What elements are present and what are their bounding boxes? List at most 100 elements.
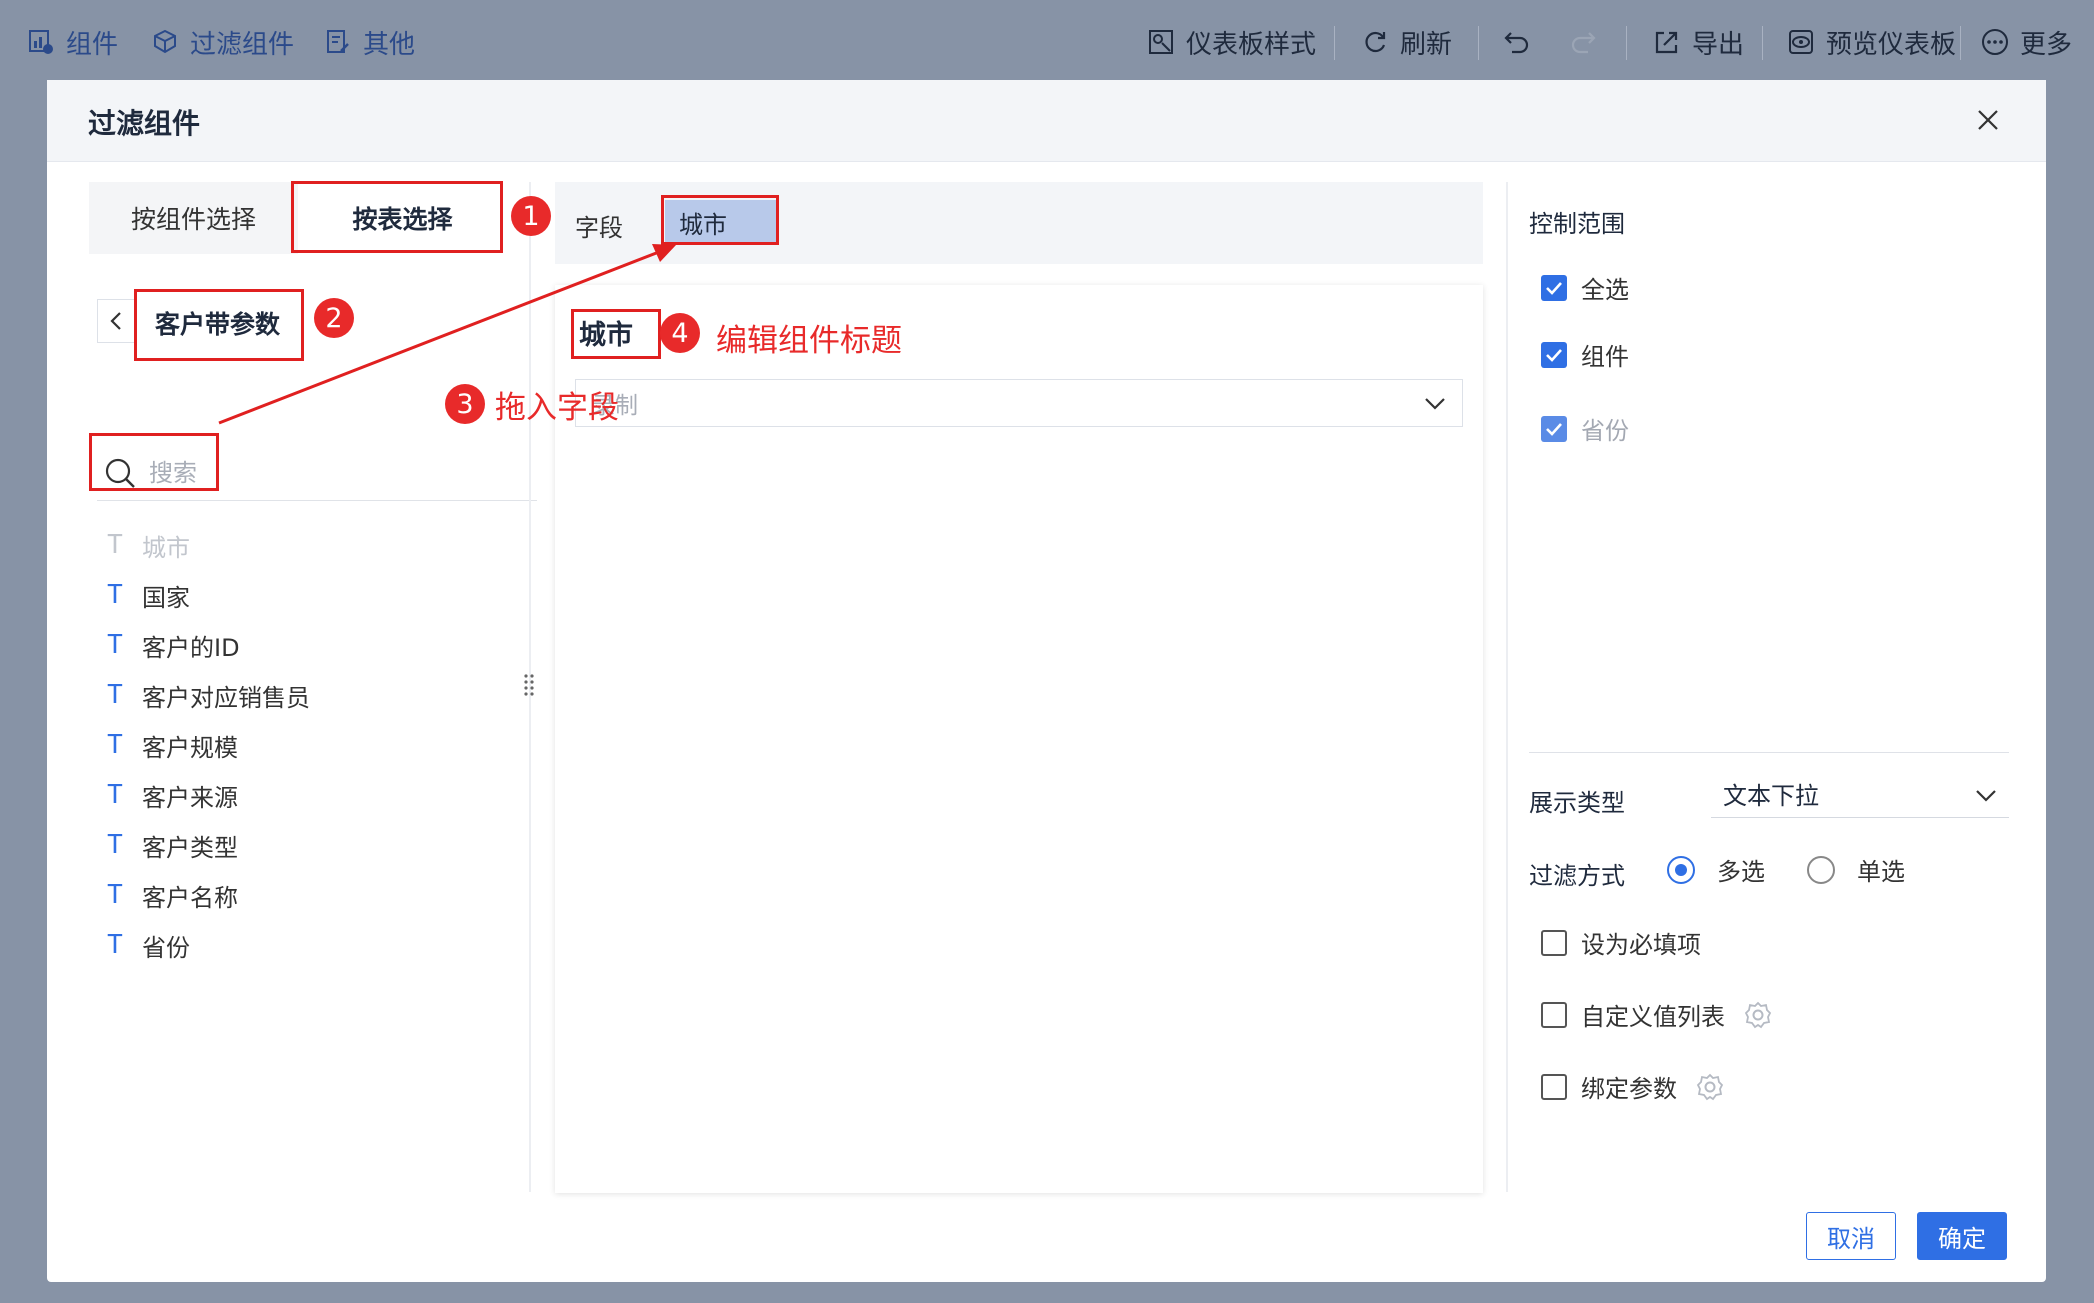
field-label: 客户对应销售员 <box>142 683 310 712</box>
chart-add-icon <box>26 27 56 57</box>
filter-preview-card: 城市 录制 <box>555 285 1483 1193</box>
redo-icon <box>1568 27 1598 57</box>
text-type-icon: T <box>107 630 123 660</box>
chevron-down-icon <box>1425 398 1445 410</box>
preview-eye-icon <box>1786 27 1816 57</box>
tab-by-component[interactable]: 按组件选择 <box>89 182 298 254</box>
field-label: 省份 <box>142 933 190 962</box>
refresh-button[interactable]: 刷新 <box>1360 22 1452 62</box>
text-type-icon: T <box>107 880 123 910</box>
required-checkbox[interactable]: 设为必填项 <box>1541 925 1701 960</box>
field-list: T 城市 T 国家 T 客户的ID T 客户对应销售员 T 客户规模 T 客户来源 T 客户类… <box>102 520 522 970</box>
filter-select-dropdown[interactable]: 录制 <box>575 379 1463 427</box>
single-label: 单选 <box>1857 858 1905 886</box>
annotation-badge-2: 2 <box>314 298 354 338</box>
radio-multi[interactable]: 多选 <box>1667 852 1765 887</box>
export-icon <box>1652 27 1682 57</box>
province-scope-label: 省份 <box>1581 417 1629 445</box>
refresh-icon <box>1360 27 1390 57</box>
redo-button[interactable] <box>1568 22 1608 62</box>
filter-component-button[interactable]: 过滤组件 <box>150 22 294 62</box>
gear-icon[interactable] <box>1695 1072 1725 1102</box>
text-type-icon: T <box>107 580 123 610</box>
grip-dots-icon <box>524 674 534 696</box>
document-edit-icon <box>323 27 353 57</box>
annotation-badge-3: 3 <box>445 384 485 424</box>
list-item-field[interactable]: T 城市 <box>102 520 522 570</box>
component-checkbox[interactable]: 组件 <box>1541 337 1629 372</box>
list-item-field[interactable]: T 客户名称 <box>102 870 522 920</box>
tab-by-table[interactable]: 按表选择 <box>298 182 507 254</box>
list-item-field[interactable]: T 客户类型 <box>102 820 522 870</box>
checkbox-unchecked-icon <box>1541 1001 1567 1028</box>
annotation-edit-title-text: 编辑组件标题 <box>716 323 902 359</box>
undo-button[interactable] <box>1502 22 1542 62</box>
field-label: 客户名称 <box>142 883 238 912</box>
filter-mode-label: 过滤方式 <box>1529 862 1625 890</box>
section-divider <box>1529 752 2009 753</box>
field-bar-label: 字段 <box>575 214 623 242</box>
undo-icon <box>1502 27 1532 57</box>
bind-param-checkbox[interactable]: 绑定参数 <box>1541 1069 1725 1104</box>
display-type-select[interactable]: 文本下拉 <box>1711 770 2009 818</box>
field-label: 客户来源 <box>142 783 238 812</box>
list-item-field[interactable]: T 国家 <box>102 570 522 620</box>
dashboard-style-button[interactable]: 仪表板样式 <box>1146 22 1316 62</box>
multi-label: 多选 <box>1717 858 1765 886</box>
dialog-header: 过滤组件 <box>47 80 2046 162</box>
more-dots-icon <box>1980 27 2010 57</box>
checkbox-unchecked-icon <box>1541 929 1567 956</box>
field-search <box>97 445 537 501</box>
component-label: 组件 <box>66 29 119 60</box>
preview-dashboard-label: 预览仪表板 <box>1826 29 1957 60</box>
custom-value-list-label: 自定义值列表 <box>1581 1003 1725 1031</box>
radio-single[interactable]: 单选 <box>1807 852 1905 887</box>
select-all-checkbox[interactable]: 全选 <box>1541 270 1629 305</box>
list-item-field[interactable]: T 客户来源 <box>102 770 522 820</box>
field-drop-bar[interactable]: 字段 城市 <box>555 182 1483 264</box>
radio-unselected-icon <box>1807 855 1835 884</box>
annotation-badge-1: 1 <box>511 196 551 236</box>
text-type-icon: T <box>107 680 123 710</box>
list-item-field[interactable]: T 客户对应销售员 <box>102 670 522 720</box>
list-item-field[interactable]: T 客户规模 <box>102 720 522 770</box>
other-button[interactable]: 其他 <box>323 22 415 62</box>
list-item-field[interactable]: T 客户的ID <box>102 620 522 670</box>
style-icon <box>1146 27 1176 57</box>
more-label: 更多 <box>2020 29 2073 60</box>
text-type-icon: T <box>107 930 123 960</box>
export-label: 导出 <box>1692 29 1745 60</box>
filter-component-dialog: 过滤组件 按组件选择 按表选择 客户带参数 T 城市 T 国家 T 客户的ID T 客户… <box>47 80 2046 1282</box>
list-item-field[interactable]: T 省份 <box>102 920 522 970</box>
other-label: 其他 <box>363 29 416 60</box>
component-button[interactable]: 组件 <box>26 22 118 62</box>
search-input[interactable] <box>149 458 509 487</box>
more-button[interactable]: 更多 <box>1980 22 2072 62</box>
export-button[interactable]: 导出 <box>1652 22 1744 62</box>
ok-button[interactable]: 确定 <box>1917 1212 2007 1260</box>
annotation-drag-text: 拖入字段 <box>495 390 619 426</box>
back-button[interactable] <box>97 299 135 343</box>
component-title[interactable]: 城市 <box>579 313 633 352</box>
dialog-title: 过滤组件 <box>88 107 201 140</box>
bind-param-label: 绑定参数 <box>1581 1075 1677 1103</box>
toolbar-divider <box>1762 26 1763 60</box>
checkbox-checked-icon <box>1541 341 1567 368</box>
field-label: 客户类型 <box>142 833 238 862</box>
text-type-icon: T <box>107 530 123 560</box>
gear-icon[interactable] <box>1743 1000 1773 1030</box>
select-all-label: 全选 <box>1581 276 1629 304</box>
component-scope-label: 组件 <box>1581 343 1629 371</box>
filter-component-label: 过滤组件 <box>190 29 295 60</box>
filter-cube-icon <box>150 27 180 57</box>
close-icon <box>1978 110 1998 130</box>
province-checkbox[interactable]: 省份 <box>1541 411 1629 446</box>
selected-field-chip[interactable]: 城市 <box>665 200 779 244</box>
close-button[interactable] <box>1972 104 2004 136</box>
text-type-icon: T <box>107 780 123 810</box>
resize-handle[interactable] <box>521 672 537 700</box>
preview-dashboard-button[interactable]: 预览仪表板 <box>1786 22 1956 62</box>
cancel-button[interactable]: 取消 <box>1806 1212 1896 1260</box>
text-type-icon: T <box>107 730 123 760</box>
custom-value-list-checkbox[interactable]: 自定义值列表 <box>1541 997 1773 1032</box>
